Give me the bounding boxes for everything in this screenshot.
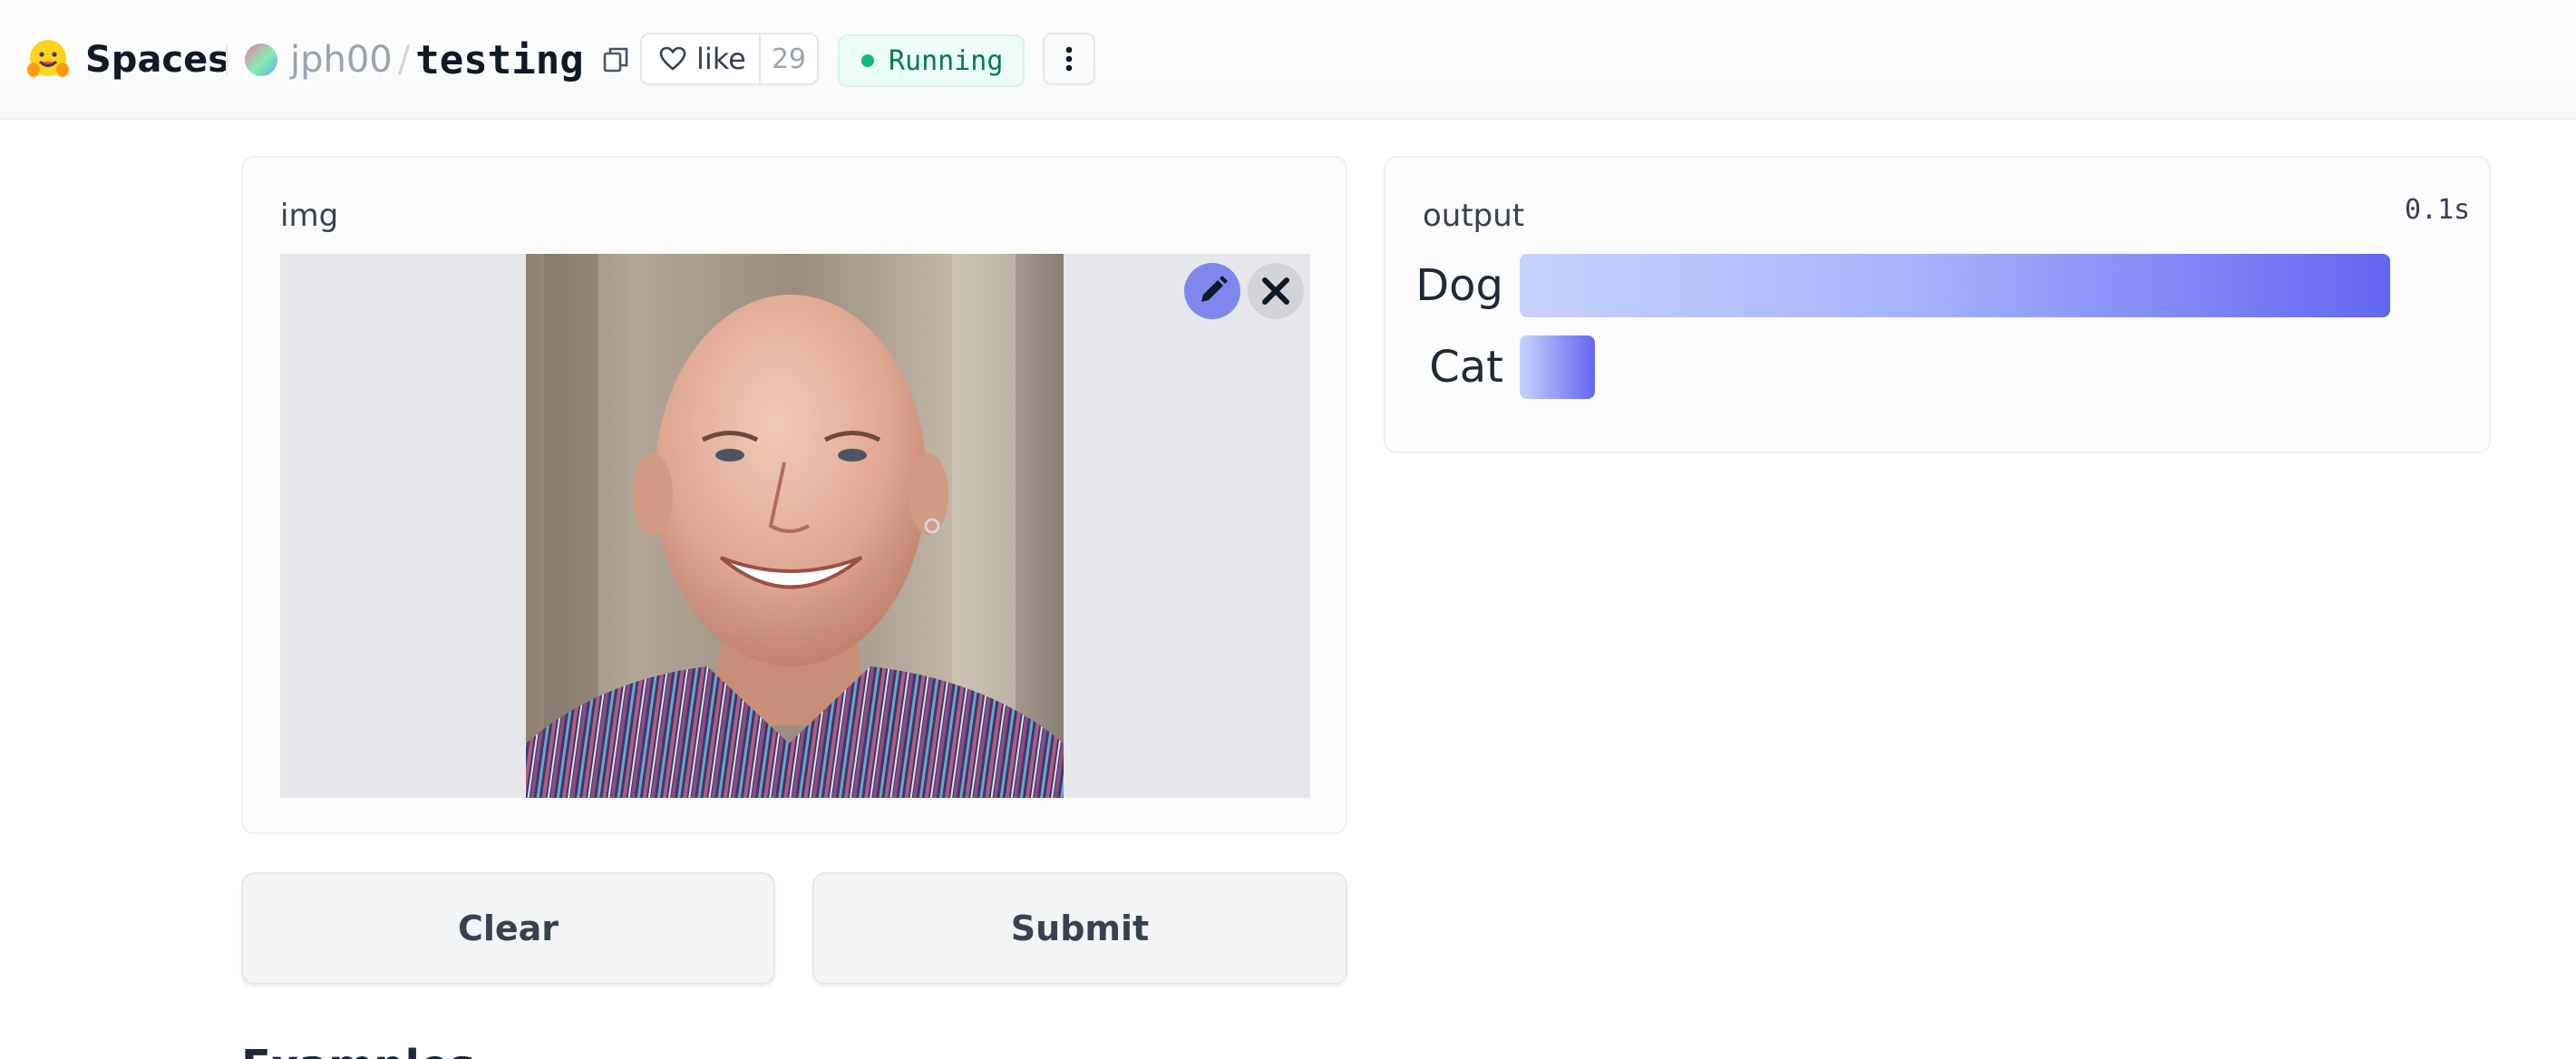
copy-repo-name-button[interactable] xyxy=(600,44,631,75)
status-badge[interactable]: Running xyxy=(838,34,1025,87)
confidence-label: Dog xyxy=(1415,260,1503,311)
header-divider xyxy=(226,45,228,74)
submit-button[interactable]: Submit xyxy=(812,872,1347,985)
confidence-bar-cat xyxy=(1520,335,1595,399)
like-button[interactable]: like xyxy=(642,34,761,83)
uploaded-photo xyxy=(526,254,1064,798)
confidence-bar-dog xyxy=(1520,254,2390,317)
input-label: img xyxy=(280,198,339,234)
repo-name-link[interactable]: testing xyxy=(415,37,583,83)
like-count[interactable]: 29 xyxy=(761,34,817,83)
like-group: like 29 xyxy=(640,33,819,85)
label-output-panel: output 0.1s Dog Cat xyxy=(1384,156,2491,453)
remove-image-button[interactable] xyxy=(1248,263,1304,319)
pencil-icon xyxy=(1201,276,1228,302)
clear-button[interactable]: Clear xyxy=(241,872,775,985)
confidence-track xyxy=(1520,254,2408,317)
inference-timer: 0.1s xyxy=(2405,194,2471,226)
output-label: output xyxy=(1423,198,1525,234)
more-options-button[interactable] xyxy=(1043,33,1095,85)
app-header: Spaces jph00 / testing like 29 Running xyxy=(0,0,2576,120)
like-label: like xyxy=(696,42,746,76)
breadcrumb-separator: / xyxy=(397,39,411,81)
confidence-label: Cat xyxy=(1429,342,1503,393)
owner-link[interactable]: jph00 xyxy=(290,39,393,81)
hugging-face-logo-icon xyxy=(27,40,69,77)
confidence-row-dog: Dog xyxy=(1385,254,2493,317)
status-dot-icon xyxy=(861,54,874,67)
brand-label: Spaces xyxy=(85,39,230,81)
vertical-dots-icon xyxy=(1065,46,1073,72)
image-input-panel: img xyxy=(241,156,1347,834)
status-label: Running xyxy=(889,44,1004,77)
close-icon xyxy=(1262,277,1289,305)
copy-icon xyxy=(603,47,627,73)
heart-icon xyxy=(659,46,686,71)
repo-breadcrumb: jph00 / testing xyxy=(245,34,631,85)
image-upload-area[interactable] xyxy=(280,254,1310,798)
confidence-row-cat: Cat xyxy=(1385,335,2493,399)
spaces-brand[interactable]: Spaces xyxy=(25,36,229,83)
examples-heading: Examples xyxy=(241,1041,475,1059)
owner-avatar[interactable] xyxy=(245,44,277,76)
confidence-track xyxy=(1520,335,2408,399)
edit-image-button[interactable] xyxy=(1184,263,1240,319)
